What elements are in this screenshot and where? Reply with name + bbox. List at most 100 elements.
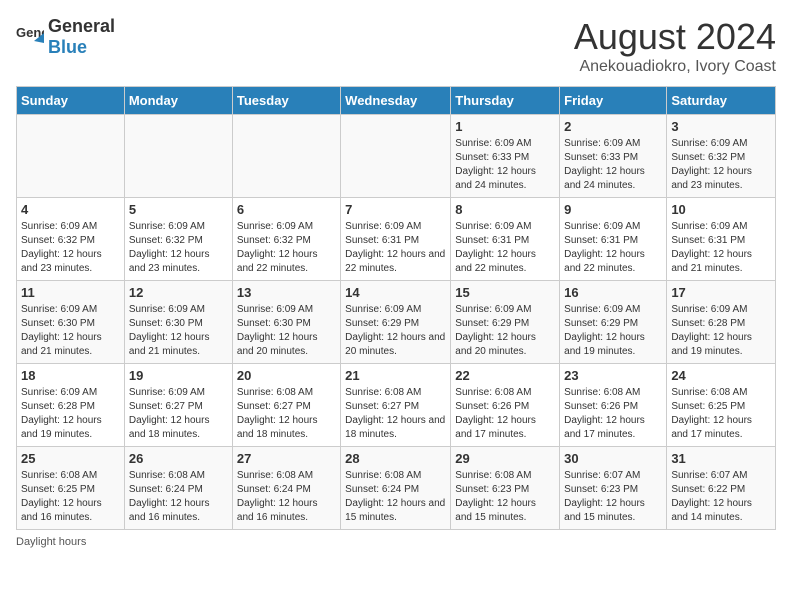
- header: General General Blue August 2024 Anekoua…: [16, 16, 776, 76]
- day-info: Sunrise: 6:08 AM Sunset: 6:27 PM Dayligh…: [237, 386, 336, 442]
- day-info: Sunrise: 6:09 AM Sunset: 6:31 PM Dayligh…: [564, 220, 662, 276]
- logo-icon: General: [16, 23, 44, 51]
- weekday-header: Saturday: [667, 87, 776, 115]
- day-info: Sunrise: 6:07 AM Sunset: 6:22 PM Dayligh…: [671, 469, 771, 525]
- day-number: 22: [455, 368, 555, 383]
- calendar-cell: 30 Sunrise: 6:07 AM Sunset: 6:23 PM Dayli…: [560, 447, 667, 530]
- calendar-cell: [17, 115, 125, 198]
- day-number: 1: [455, 119, 555, 134]
- day-number: 29: [455, 451, 555, 466]
- day-number: 13: [237, 285, 336, 300]
- day-number: 16: [564, 285, 662, 300]
- logo-general-text: General: [48, 16, 115, 36]
- calendar-cell: 14Sunrise: 6:09 AM Sunset: 6:29 PM Dayli…: [341, 281, 451, 364]
- day-info: Sunrise: 6:07 AM Sunset: 6:23 PM Dayligh…: [564, 469, 662, 525]
- day-info: Sunrise: 6:09 AM Sunset: 6:32 PM Dayligh…: [671, 137, 771, 193]
- calendar-cell: 26 Sunrise: 6:08 AM Sunset: 6:24 PM Dayli…: [124, 447, 232, 530]
- calendar-cell: 2 Sunrise: 6:09 AM Sunset: 6:33 PM Daylig…: [560, 115, 667, 198]
- calendar-table: SundayMondayTuesdayWednesdayThursdayFrid…: [16, 86, 776, 530]
- logo: General General Blue: [16, 16, 115, 58]
- day-info: Sunrise: 6:09 AM Sunset: 6:33 PM Dayligh…: [564, 137, 662, 193]
- calendar-cell: 4 Sunrise: 6:09 AM Sunset: 6:32 PM Daylig…: [17, 198, 125, 281]
- calendar-cell: 23Sunrise: 6:08 AM Sunset: 6:26 PM Dayli…: [560, 364, 667, 447]
- calendar-cell: 24 Sunrise: 6:08 AM Sunset: 6:25 PM Dayli…: [667, 364, 776, 447]
- day-info: Sunrise: 6:09 AM Sunset: 6:31 PM Dayligh…: [345, 220, 446, 276]
- day-info: Sunrise: 6:09 AM Sunset: 6:32 PM Dayligh…: [237, 220, 336, 276]
- day-number: 8: [455, 202, 555, 217]
- day-number: 2: [564, 119, 662, 134]
- calendar-cell: 21 Sunrise: 6:08 AM Sunset: 6:27 PM Dayli…: [341, 364, 451, 447]
- day-number: 31: [671, 451, 771, 466]
- calendar-cell: 6Sunrise: 6:09 AM Sunset: 6:32 PM Daylig…: [232, 198, 340, 281]
- day-number: 15: [455, 285, 555, 300]
- calendar-cell: 1 Sunrise: 6:09 AM Sunset: 6:33 PM Daylig…: [451, 115, 560, 198]
- day-info: Sunrise: 6:09 AM Sunset: 6:32 PM Dayligh…: [129, 220, 228, 276]
- weekday-header: Monday: [124, 87, 232, 115]
- day-info: Sunrise: 6:08 AM Sunset: 6:24 PM Dayligh…: [237, 469, 336, 525]
- title-area: August 2024 Anekouadiokro, Ivory Coast: [574, 16, 776, 76]
- weekday-header: Thursday: [451, 87, 560, 115]
- weekday-header: Tuesday: [232, 87, 340, 115]
- day-info: Sunrise: 6:08 AM Sunset: 6:26 PM Dayligh…: [455, 386, 555, 442]
- day-info: Sunrise: 6:09 AM Sunset: 6:27 PM Dayligh…: [129, 386, 228, 442]
- calendar-cell: 29 Sunrise: 6:08 AM Sunset: 6:23 PM Dayli…: [451, 447, 560, 530]
- day-info: Sunrise: 6:09 AM Sunset: 6:32 PM Dayligh…: [21, 220, 120, 276]
- calendar-cell: 9 Sunrise: 6:09 AM Sunset: 6:31 PM Daylig…: [560, 198, 667, 281]
- day-number: 4: [21, 202, 120, 217]
- day-info: Sunrise: 6:09 AM Sunset: 6:29 PM Dayligh…: [455, 303, 555, 359]
- calendar-cell: 17Sunrise: 6:09 AM Sunset: 6:28 PM Dayli…: [667, 281, 776, 364]
- day-number: 24: [671, 368, 771, 383]
- calendar-cell: 22 Sunrise: 6:08 AM Sunset: 6:26 PM Dayli…: [451, 364, 560, 447]
- day-info: Sunrise: 6:09 AM Sunset: 6:33 PM Dayligh…: [455, 137, 555, 193]
- subtitle: Anekouadiokro, Ivory Coast: [574, 58, 776, 76]
- calendar-cell: 31 Sunrise: 6:07 AM Sunset: 6:22 PM Dayli…: [667, 447, 776, 530]
- calendar-week-row: 4 Sunrise: 6:09 AM Sunset: 6:32 PM Daylig…: [17, 198, 776, 281]
- calendar-cell: 12Sunrise: 6:09 AM Sunset: 6:30 PM Dayli…: [124, 281, 232, 364]
- calendar-week-row: 25Sunrise: 6:08 AM Sunset: 6:25 PM Dayli…: [17, 447, 776, 530]
- day-info: Sunrise: 6:08 AM Sunset: 6:25 PM Dayligh…: [671, 386, 771, 442]
- day-info: Sunrise: 6:09 AM Sunset: 6:28 PM Dayligh…: [21, 386, 120, 442]
- day-info: Sunrise: 6:09 AM Sunset: 6:30 PM Dayligh…: [237, 303, 336, 359]
- calendar-cell: [341, 115, 451, 198]
- day-number: 21: [345, 368, 446, 383]
- calendar-cell: 3 Sunrise: 6:09 AM Sunset: 6:32 PM Daylig…: [667, 115, 776, 198]
- day-number: 3: [671, 119, 771, 134]
- weekday-header: Friday: [560, 87, 667, 115]
- calendar-cell: [232, 115, 340, 198]
- day-number: 23: [564, 368, 662, 383]
- day-number: 14: [345, 285, 446, 300]
- weekday-header: Wednesday: [341, 87, 451, 115]
- day-number: 9: [564, 202, 662, 217]
- calendar-cell: 13 Sunrise: 6:09 AM Sunset: 6:30 PM Dayli…: [232, 281, 340, 364]
- day-number: 12: [129, 285, 228, 300]
- day-number: 20: [237, 368, 336, 383]
- day-info: Sunrise: 6:08 AM Sunset: 6:27 PM Dayligh…: [345, 386, 446, 442]
- calendar-cell: 20 Sunrise: 6:08 AM Sunset: 6:27 PM Dayli…: [232, 364, 340, 447]
- day-number: 7: [345, 202, 446, 217]
- day-info: Sunrise: 6:09 AM Sunset: 6:28 PM Dayligh…: [671, 303, 771, 359]
- day-info: Sunrise: 6:08 AM Sunset: 6:23 PM Dayligh…: [455, 469, 555, 525]
- calendar-cell: [124, 115, 232, 198]
- day-info: Sunrise: 6:08 AM Sunset: 6:24 PM Dayligh…: [129, 469, 228, 525]
- logo-blue-text: Blue: [48, 37, 87, 57]
- calendar-cell: 28Sunrise: 6:08 AM Sunset: 6:24 PM Dayli…: [341, 447, 451, 530]
- main-title: August 2024: [574, 16, 776, 58]
- day-number: 30: [564, 451, 662, 466]
- day-info: Sunrise: 6:09 AM Sunset: 6:31 PM Dayligh…: [671, 220, 771, 276]
- calendar-cell: 16 Sunrise: 6:09 AM Sunset: 6:29 PM Dayli…: [560, 281, 667, 364]
- calendar-cell: 8Sunrise: 6:09 AM Sunset: 6:31 PM Daylig…: [451, 198, 560, 281]
- day-number: 19: [129, 368, 228, 383]
- calendar-cell: 27Sunrise: 6:08 AM Sunset: 6:24 PM Dayli…: [232, 447, 340, 530]
- day-info: Sunrise: 6:08 AM Sunset: 6:25 PM Dayligh…: [21, 469, 120, 525]
- calendar-cell: 18Sunrise: 6:09 AM Sunset: 6:28 PM Dayli…: [17, 364, 125, 447]
- weekday-header-row: SundayMondayTuesdayWednesdayThursdayFrid…: [17, 87, 776, 115]
- day-number: 26: [129, 451, 228, 466]
- weekday-header: Sunday: [17, 87, 125, 115]
- calendar-cell: 15 Sunrise: 6:09 AM Sunset: 6:29 PM Dayli…: [451, 281, 560, 364]
- daylight-label: Daylight hours: [16, 536, 86, 548]
- calendar-cell: 25Sunrise: 6:08 AM Sunset: 6:25 PM Dayli…: [17, 447, 125, 530]
- footer: Daylight hours: [16, 536, 776, 548]
- day-info: Sunrise: 6:08 AM Sunset: 6:24 PM Dayligh…: [345, 469, 446, 525]
- day-info: Sunrise: 6:09 AM Sunset: 6:29 PM Dayligh…: [564, 303, 662, 359]
- calendar-week-row: 11Sunrise: 6:09 AM Sunset: 6:30 PM Dayli…: [17, 281, 776, 364]
